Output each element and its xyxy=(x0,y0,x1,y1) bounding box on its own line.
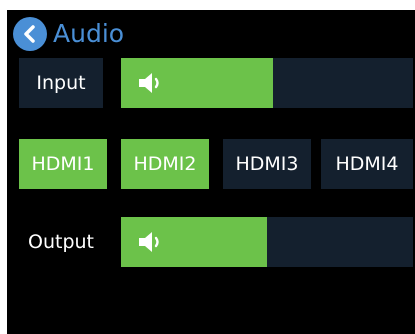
speaker-icon xyxy=(139,73,159,93)
page-title: Audio xyxy=(53,19,125,48)
speaker-icon xyxy=(139,232,159,252)
input-volume-slider[interactable] xyxy=(121,58,413,108)
chevron-left-icon xyxy=(24,25,35,43)
hdmi3-button[interactable]: HDMI3 xyxy=(223,139,311,189)
header: Audio xyxy=(13,17,124,51)
output-label: Output xyxy=(19,217,103,267)
input-label: Input xyxy=(19,58,103,108)
hdmi4-button[interactable]: HDMI4 xyxy=(321,139,413,189)
back-button[interactable] xyxy=(13,17,47,51)
hdmi1-button[interactable]: HDMI1 xyxy=(19,139,107,189)
audio-screen: Audio Input HDMI1 HDMI2 HDMI3 HDMI4 Outp… xyxy=(7,10,415,334)
hdmi2-button[interactable]: HDMI2 xyxy=(121,139,209,189)
output-volume-slider[interactable] xyxy=(121,217,413,267)
